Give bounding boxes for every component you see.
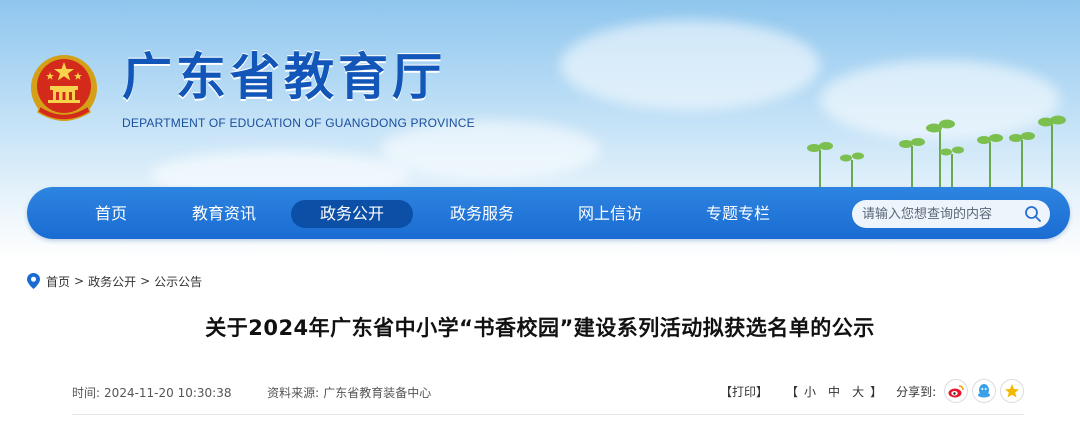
- nav-item-home[interactable]: 首页: [81, 200, 141, 228]
- site-subtitle: DEPARTMENT OF EDUCATION OF GUANGDONG PRO…: [122, 116, 475, 130]
- time-label: 时间:: [72, 386, 101, 400]
- qq-icon: [978, 384, 991, 398]
- article-title: 关于2024年广东省中小学“书香校园”建设系列活动拟获选名单的公示: [205, 316, 875, 340]
- main-nav: 首页 教育资讯 政务公开 政务服务 网上信访 专题专栏: [27, 187, 1070, 239]
- article-meta: 时间: 2024-11-20 10:30:38 资料来源: 广东省教育装备中心: [72, 384, 435, 401]
- breadcrumb: 首页 > 政务公开 > 公示公告: [27, 272, 202, 290]
- nav-item-government-affairs[interactable]: 政务公开: [291, 200, 413, 228]
- article-tools: 【打印】 【 小 中 大 】 分享到:: [720, 379, 1025, 403]
- font-size-bracket-open: 【: [786, 384, 799, 399]
- qzone-share-button[interactable]: [1000, 379, 1025, 403]
- breadcrumb-government-affairs[interactable]: 政务公开: [88, 273, 136, 290]
- weibo-share-button[interactable]: [944, 379, 969, 403]
- breadcrumb-separator: >: [140, 274, 151, 288]
- site-title: 广东省教育厅: [122, 48, 446, 106]
- nav-item-education-news[interactable]: 教育资讯: [179, 200, 269, 228]
- qq-share-button[interactable]: [972, 379, 997, 403]
- breadcrumb-home[interactable]: 首页: [46, 273, 70, 290]
- location-pin-icon: [27, 273, 40, 289]
- nav-item-online-petition[interactable]: 网上信访: [565, 200, 655, 228]
- breadcrumb-announcements[interactable]: 公示公告: [154, 273, 202, 290]
- sprouts-decoration-icon: [807, 115, 1066, 188]
- search-box: [852, 200, 1050, 228]
- font-size-small-button[interactable]: 小: [804, 383, 816, 400]
- nav-item-special-topics[interactable]: 专题专栏: [693, 200, 783, 228]
- search-icon[interactable]: [1024, 205, 1042, 223]
- national-emblem-icon: [26, 52, 102, 128]
- font-size-medium-button[interactable]: 中: [828, 383, 840, 400]
- font-size-large-button[interactable]: 大: [852, 383, 864, 400]
- search-input[interactable]: [862, 200, 1022, 228]
- weibo-icon: [948, 385, 964, 398]
- source-label: 资料来源:: [267, 386, 320, 400]
- publish-time: 2024-11-20 10:30:38: [104, 386, 232, 400]
- nav-item-government-services[interactable]: 政务服务: [437, 200, 527, 228]
- breadcrumb-separator: >: [74, 274, 85, 288]
- font-size-bracket-close: 】: [870, 384, 883, 399]
- qzone-icon: [1005, 384, 1020, 398]
- share-label: 分享到:: [896, 384, 937, 399]
- source-value: 广东省教育装备中心: [323, 386, 432, 400]
- print-button[interactable]: 【打印】: [720, 383, 768, 400]
- meta-divider: [72, 414, 1024, 415]
